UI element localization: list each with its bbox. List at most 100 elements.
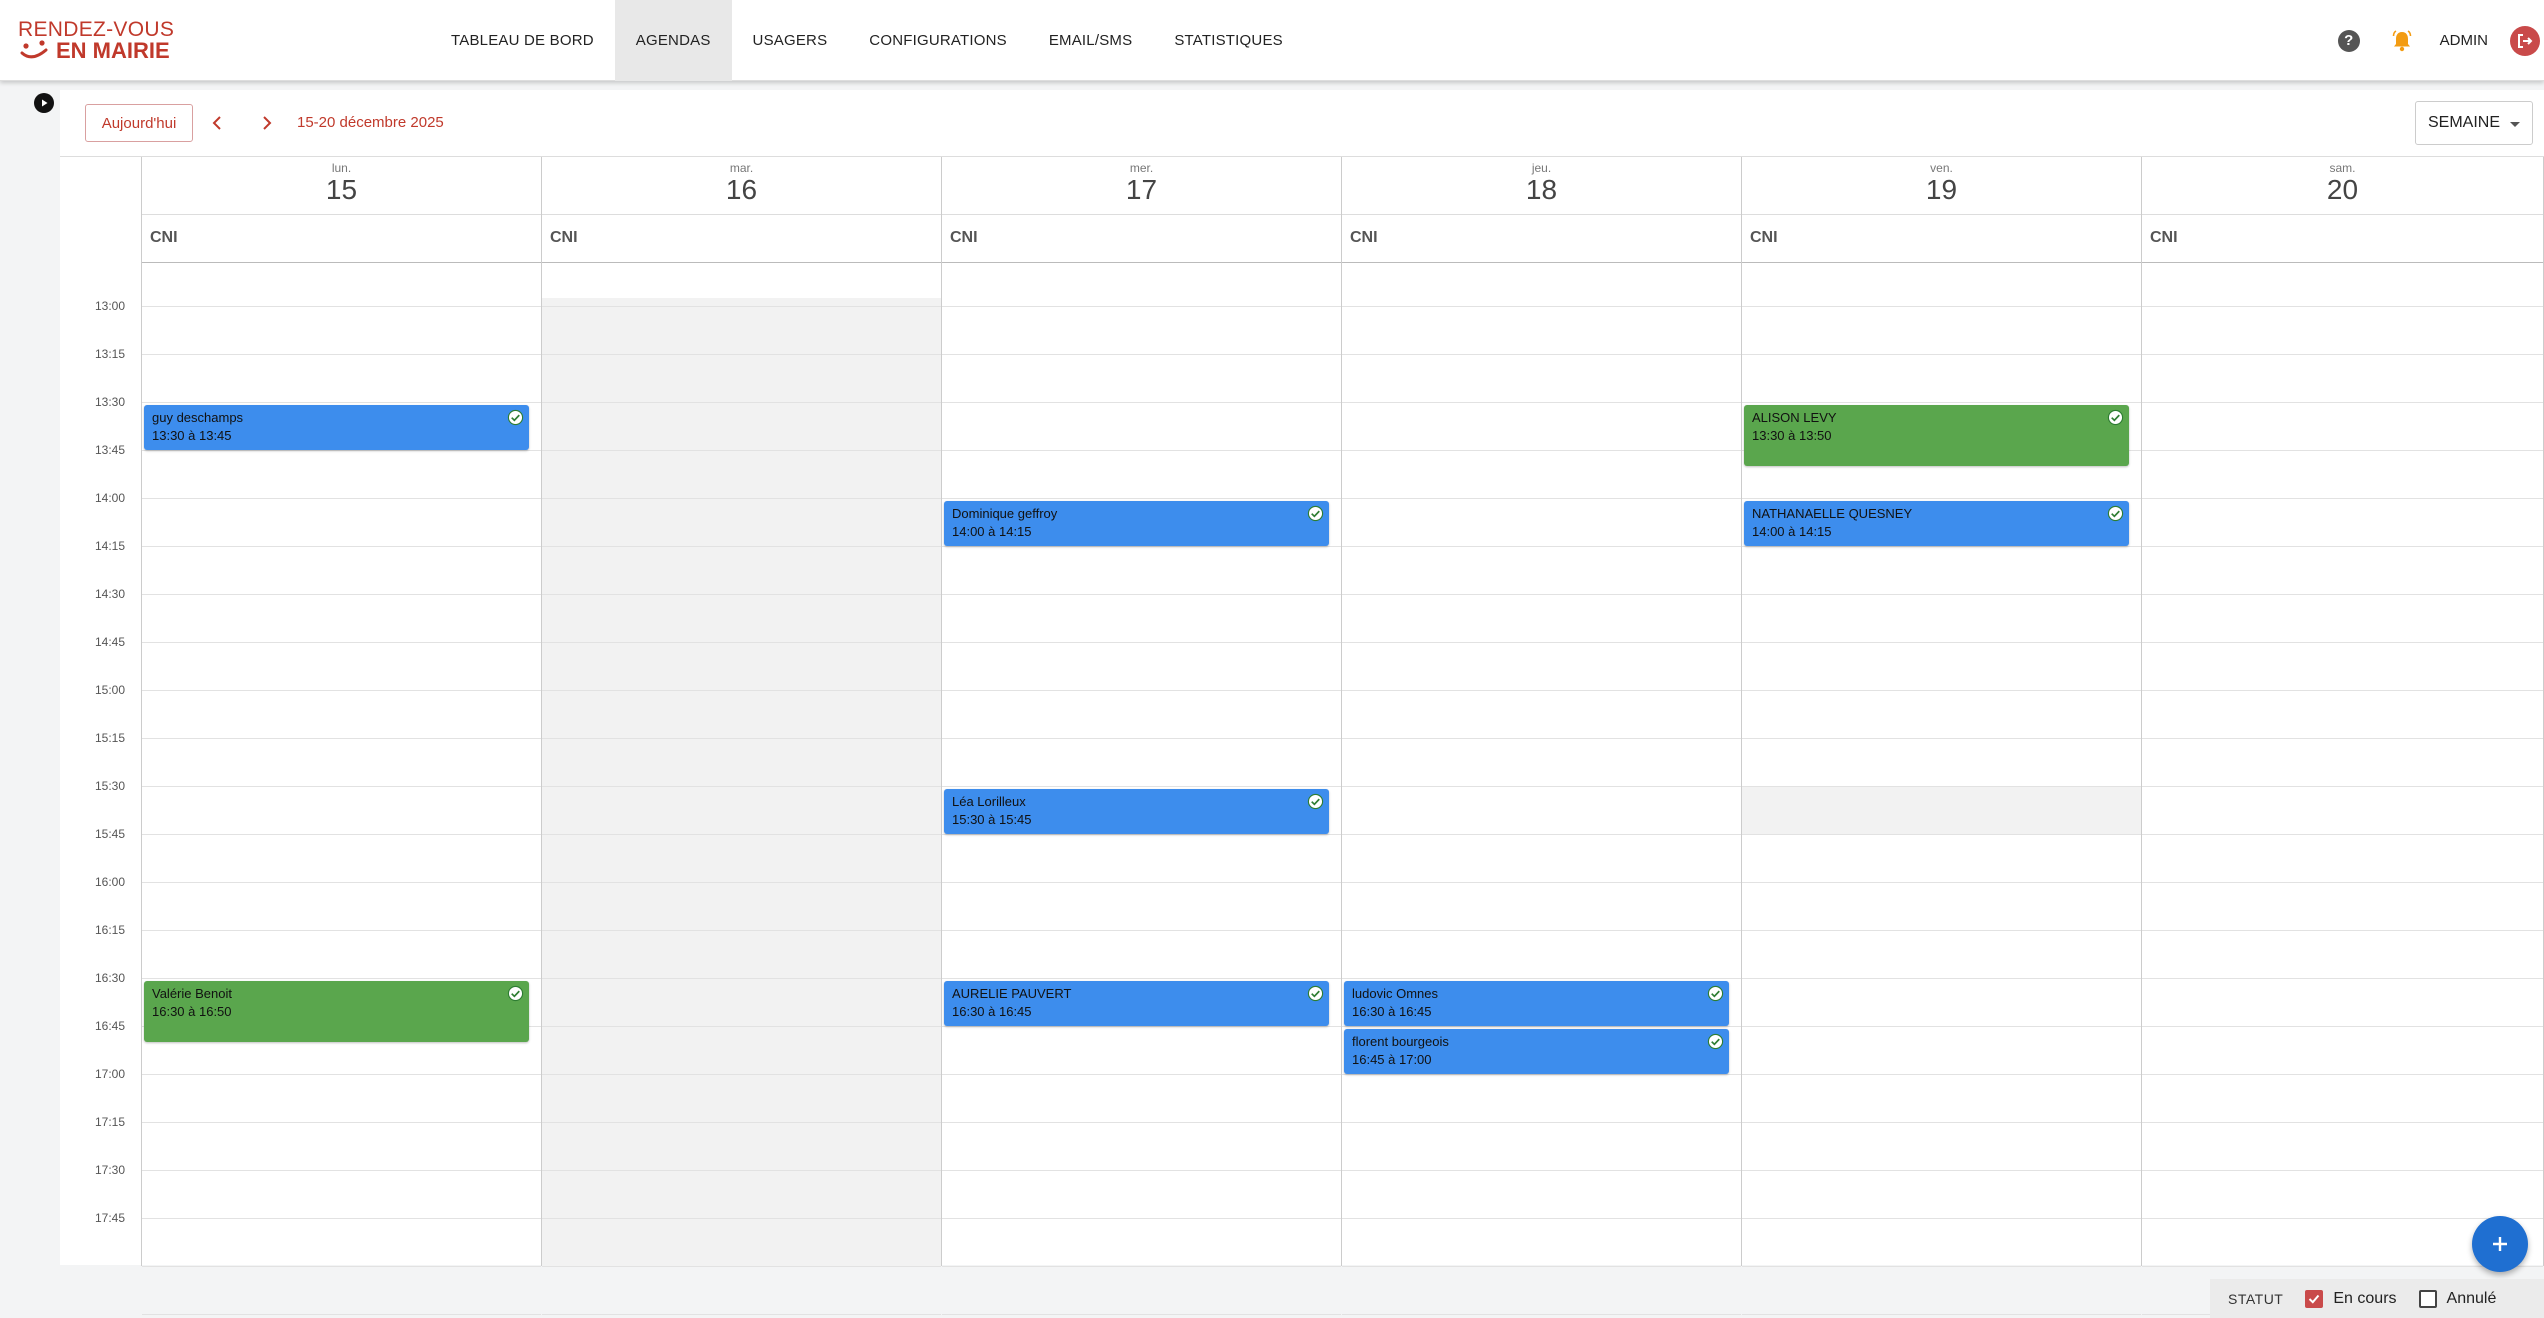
slot-line: [942, 738, 1341, 739]
check-circle-icon: [1707, 1033, 1724, 1050]
left-strip: [0, 81, 60, 1318]
slot-line: [1342, 1170, 1741, 1171]
appointment-event[interactable]: ludovic Omnes 16:30 à 16:45: [1344, 981, 1729, 1026]
filter-en-cours-label[interactable]: En cours: [2333, 1290, 2396, 1308]
appointment-time: 14:00 à 14:15: [1752, 524, 1832, 539]
day-header[interactable]: ven. 19: [1742, 157, 2141, 215]
play-icon[interactable]: [34, 93, 54, 113]
time-label: 14:00: [94, 491, 125, 505]
slot-line: [142, 786, 541, 787]
day-column[interactable]: lun. 15 CNI guy deschamps 13:30 à 13:45 Valér…: [142, 157, 542, 1315]
time-label: 16:45: [94, 1019, 125, 1033]
time-label: 14:45: [94, 635, 125, 649]
slot-line: [942, 1170, 1341, 1171]
filter-annule-label[interactable]: Annulé: [2447, 1290, 2497, 1308]
slot-line: [2142, 306, 2543, 307]
slot-line: [1342, 1266, 1741, 1267]
appointment-event[interactable]: Dominique geffroy 14:00 à 14:15: [944, 501, 1329, 546]
nav-item-statistiques[interactable]: STATISTIQUES: [1153, 0, 1304, 81]
slot-line: [542, 642, 941, 643]
slot-line: [142, 354, 541, 355]
day-header[interactable]: sam. 20: [2142, 157, 2543, 215]
slot-line: [142, 642, 541, 643]
help-icon[interactable]: ?: [2337, 29, 2360, 52]
appointment-event[interactable]: ALISON LEVY 13:30 à 13:50: [1744, 405, 2129, 466]
slot-line: [142, 978, 541, 979]
user-menu[interactable]: ADMIN: [2440, 32, 2488, 49]
time-label: 17:30: [94, 1163, 125, 1177]
filter-en-cours-checkbox[interactable]: [2305, 1289, 2324, 1308]
logout-icon[interactable]: [2510, 25, 2540, 56]
slot-line: [542, 1122, 941, 1123]
slot-line: [1342, 306, 1741, 307]
slot-line: [2142, 498, 2543, 499]
filter-annule-checkbox[interactable]: [2418, 1289, 2437, 1308]
slot-line: [1742, 594, 2141, 595]
slot-line: [1342, 978, 1741, 979]
slot-line: [142, 594, 541, 595]
slot-line: [1342, 738, 1741, 739]
appointment-event[interactable]: NATHANAELLE QUESNEY 14:00 à 14:15: [1744, 501, 2129, 546]
resource-label: CNI: [542, 215, 941, 263]
unavailable-slot: [542, 298, 941, 1266]
bell-icon[interactable]: [2390, 29, 2414, 53]
appointment-time: 16:30 à 16:50: [152, 1004, 232, 1019]
slot-line: [542, 978, 941, 979]
slot-line: [942, 498, 1341, 499]
day-name: jeu.: [1531, 161, 1552, 175]
slot-line: [1342, 1026, 1741, 1027]
appointment-event[interactable]: AURELIE PAUVERT 16:30 à 16:45: [944, 981, 1329, 1026]
slot-line: [2142, 1218, 2543, 1219]
slot-line: [942, 930, 1341, 931]
appointment-time: 16:45 à 17:00: [1352, 1052, 1432, 1067]
slot-line: [942, 306, 1341, 307]
slot-line: [942, 1026, 1341, 1027]
nav-item-usagers[interactable]: USAGERS: [732, 0, 849, 81]
day-column[interactable]: sam. 20 CNI: [2142, 157, 2544, 1315]
day-column[interactable]: ven. 19 CNI ALISON LEVY 13:30 à 13:50 NATHANA…: [1742, 157, 2142, 1315]
time-label: 15:45: [94, 827, 125, 841]
day-column[interactable]: mar. 16 CNI: [542, 157, 942, 1315]
appointment-event[interactable]: Léa Lorilleux 15:30 à 15:45: [944, 789, 1329, 834]
day-name: ven.: [1930, 161, 1953, 175]
appointment-event[interactable]: Valérie Benoit 16:30 à 16:50: [144, 981, 529, 1042]
add-appointment-button[interactable]: [2472, 1216, 2528, 1272]
day-column[interactable]: mer. 17 CNI Dominique geffroy 14:00 à 14:15 L…: [942, 157, 1342, 1315]
chevron-right-icon[interactable]: [256, 112, 276, 134]
today-button[interactable]: Aujourd'hui: [85, 104, 193, 142]
appointment-time: 16:30 à 16:45: [1352, 1004, 1432, 1019]
slot-line: [1742, 738, 2141, 739]
nav-item-email-sms[interactable]: EMAIL/SMS: [1028, 0, 1154, 81]
slot-line: [542, 930, 941, 931]
slot-line: [1742, 1026, 2141, 1027]
view-select[interactable]: SEMAINE: [2415, 101, 2533, 145]
day-column[interactable]: jeu. 18 CNI ludovic Omnes 16:30 à 16:45 flore…: [1342, 157, 1742, 1315]
day-number: 20: [2326, 174, 2359, 205]
chevron-left-icon[interactable]: [208, 112, 228, 134]
calendar-toolbar: Aujourd'hui 15-20 décembre 2025 SEMAINE: [60, 90, 2544, 156]
status-filter-bar: STATUT En cours Annulé: [2210, 1279, 2544, 1318]
slot-line: [1742, 1314, 2141, 1315]
slot-line: [942, 354, 1341, 355]
check-circle-icon: [1307, 793, 1324, 810]
nav-item-tableau-de-bord[interactable]: TABLEAU DE BORD: [430, 0, 615, 81]
day-header[interactable]: lun. 15: [142, 157, 541, 215]
day-header[interactable]: jeu. 18: [1342, 157, 1741, 215]
slot-line: [1342, 690, 1741, 691]
app-logo[interactable]: RENDEZ-VOUS EN MAIRIE: [18, 16, 174, 64]
slot-line: [942, 1266, 1341, 1267]
slot-line: [2142, 546, 2543, 547]
nav-item-configurations[interactable]: CONFIGURATIONS: [848, 0, 1028, 81]
nav-item-agendas[interactable]: AGENDAS: [614, 0, 732, 81]
day-header[interactable]: mer. 17: [942, 157, 1341, 215]
appointment-event[interactable]: florent bourgeois 16:45 à 17:00: [1344, 1029, 1729, 1074]
slot-line: [542, 306, 941, 307]
day-header[interactable]: mar. 16: [542, 157, 941, 215]
slot-line: [942, 402, 1341, 403]
appointment-event[interactable]: guy deschamps 13:30 à 13:45: [144, 405, 529, 450]
slot-line: [542, 354, 941, 355]
slot-line: [1742, 306, 2141, 307]
slot-line: [142, 1170, 541, 1171]
time-gutter: 13:00 13:15 13:30 13:45 14:00 14:15 14:30 14:45…: [60, 157, 142, 1266]
time-label: 13:30: [94, 395, 125, 409]
